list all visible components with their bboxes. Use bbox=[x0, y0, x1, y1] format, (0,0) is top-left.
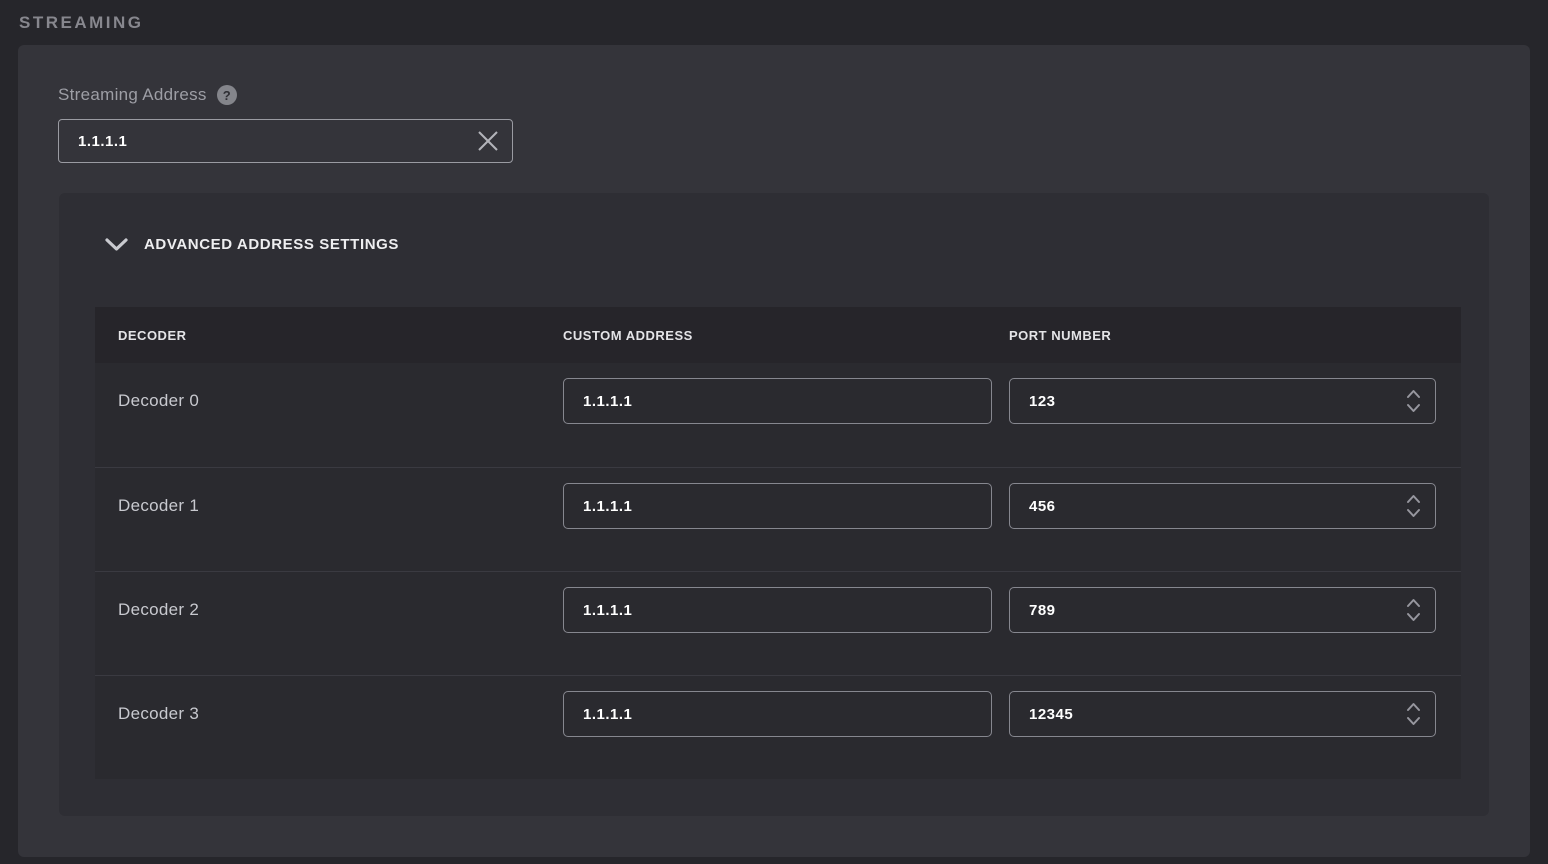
number-stepper-icon[interactable] bbox=[1402, 491, 1424, 521]
streaming-address-field bbox=[58, 119, 513, 163]
decoder-table: DECODER CUSTOM ADDRESS PORT NUMBER Decod… bbox=[95, 307, 1461, 779]
advanced-settings-toggle[interactable]: ADVANCED ADDRESS SETTINGS bbox=[105, 236, 399, 253]
port-number-field bbox=[1009, 691, 1436, 737]
port-number-input[interactable] bbox=[1010, 692, 1435, 736]
custom-address-input[interactable] bbox=[564, 379, 991, 423]
custom-address-field bbox=[563, 483, 992, 529]
custom-address-field bbox=[563, 691, 992, 737]
port-number-input[interactable] bbox=[1010, 588, 1435, 632]
port-number-field bbox=[1009, 483, 1436, 529]
streaming-address-input[interactable] bbox=[59, 120, 512, 162]
number-stepper-icon[interactable] bbox=[1402, 595, 1424, 625]
custom-address-input[interactable] bbox=[564, 484, 991, 528]
table-row-decoder-3: Decoder 3 bbox=[95, 675, 1461, 779]
chevron-down-icon bbox=[105, 238, 128, 252]
decoder-name: Decoder 0 bbox=[95, 378, 563, 424]
advanced-settings-title: ADVANCED ADDRESS SETTINGS bbox=[144, 236, 399, 253]
number-stepper-icon[interactable] bbox=[1402, 699, 1424, 729]
custom-address-field bbox=[563, 587, 992, 633]
custom-address-input[interactable] bbox=[564, 692, 991, 736]
number-stepper-icon[interactable] bbox=[1402, 386, 1424, 416]
table-row-decoder-2: Decoder 2 bbox=[95, 571, 1461, 675]
port-number-field bbox=[1009, 378, 1436, 424]
table-row-decoder-1: Decoder 1 bbox=[95, 467, 1461, 571]
decoder-table-header: DECODER CUSTOM ADDRESS PORT NUMBER bbox=[95, 307, 1461, 363]
column-header-decoder: DECODER bbox=[95, 307, 563, 363]
custom-address-field bbox=[563, 378, 992, 424]
decoder-name: Decoder 1 bbox=[95, 483, 563, 529]
clear-icon[interactable] bbox=[474, 127, 502, 155]
streaming-address-label: Streaming Address bbox=[58, 85, 207, 105]
help-icon[interactable]: ? bbox=[217, 85, 237, 105]
port-number-field bbox=[1009, 587, 1436, 633]
streaming-settings-panel: Streaming Address ? ADVANCED ADDRESS SET… bbox=[18, 45, 1530, 857]
column-header-custom-address: CUSTOM ADDRESS bbox=[563, 307, 1009, 363]
decoder-name: Decoder 2 bbox=[95, 587, 563, 633]
column-header-port-number: PORT NUMBER bbox=[1009, 307, 1461, 363]
page-title: STREAMING bbox=[19, 13, 144, 33]
table-row-decoder-0: Decoder 0 bbox=[95, 363, 1461, 467]
port-number-input[interactable] bbox=[1010, 379, 1435, 423]
port-number-input[interactable] bbox=[1010, 484, 1435, 528]
decoder-name: Decoder 3 bbox=[95, 691, 563, 737]
custom-address-input[interactable] bbox=[564, 588, 991, 632]
advanced-address-settings-section: ADVANCED ADDRESS SETTINGS DECODER CUSTOM… bbox=[59, 193, 1489, 816]
